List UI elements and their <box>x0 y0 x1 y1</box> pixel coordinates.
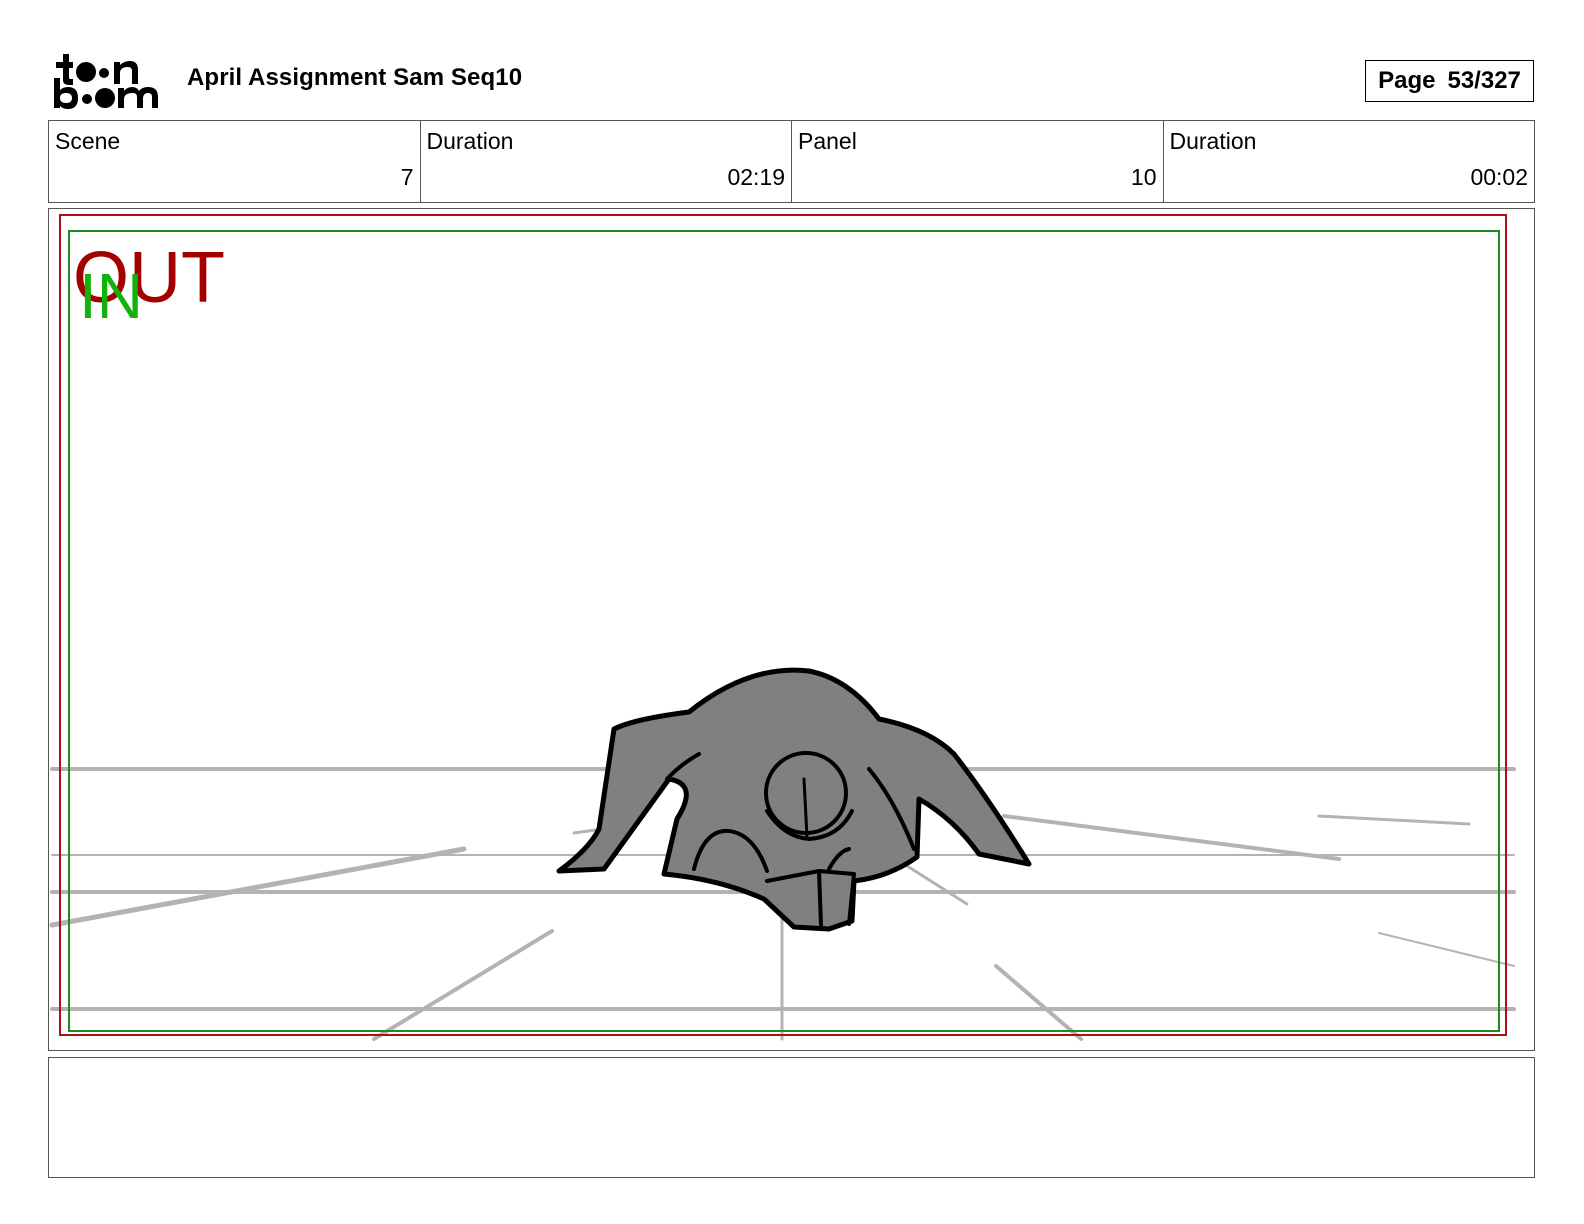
scene-info-table: Scene 7 Duration 02:19 Panel 10 Duration… <box>48 120 1535 203</box>
panel-duration-cell: Duration 00:02 <box>1164 121 1535 202</box>
toon-boom-logo <box>50 50 165 112</box>
scene-label: Scene <box>55 128 121 154</box>
panel-drawing: OUT IN <box>49 214 1516 1041</box>
perspective-line <box>49 846 467 928</box>
project-title: April Assignment Sam Seq10 <box>187 64 523 91</box>
perspective-line <box>1002 814 1341 861</box>
in-label: IN <box>79 260 143 332</box>
scene-duration-cell: Duration 02:19 <box>421 121 792 202</box>
perspective-line <box>1378 932 1515 967</box>
scene-duration-value: 02:19 <box>727 164 785 190</box>
perspective-line <box>902 862 969 906</box>
page-label: Page <box>1378 67 1436 94</box>
scene-cell: Scene 7 <box>49 121 421 202</box>
panel-duration-label: Duration <box>1169 128 1257 154</box>
perspective-line <box>994 964 1083 1041</box>
panel-label: Panel <box>798 128 857 154</box>
scene-duration-label: Duration <box>426 128 514 154</box>
perspective-line <box>1317 814 1471 826</box>
page-indicator: Page 53/327 <box>1365 60 1534 102</box>
scene-value: 7 <box>400 164 414 190</box>
panel-cell: Panel 10 <box>792 121 1164 202</box>
panel-notes-box <box>48 1057 1535 1178</box>
page-number: 53/327 <box>1447 67 1521 94</box>
perspective-line <box>372 929 554 1041</box>
panel-value: 10 <box>1130 164 1157 190</box>
panel-duration-value: 00:02 <box>1470 164 1528 190</box>
storyboard-panel: OUT IN <box>48 208 1535 1051</box>
